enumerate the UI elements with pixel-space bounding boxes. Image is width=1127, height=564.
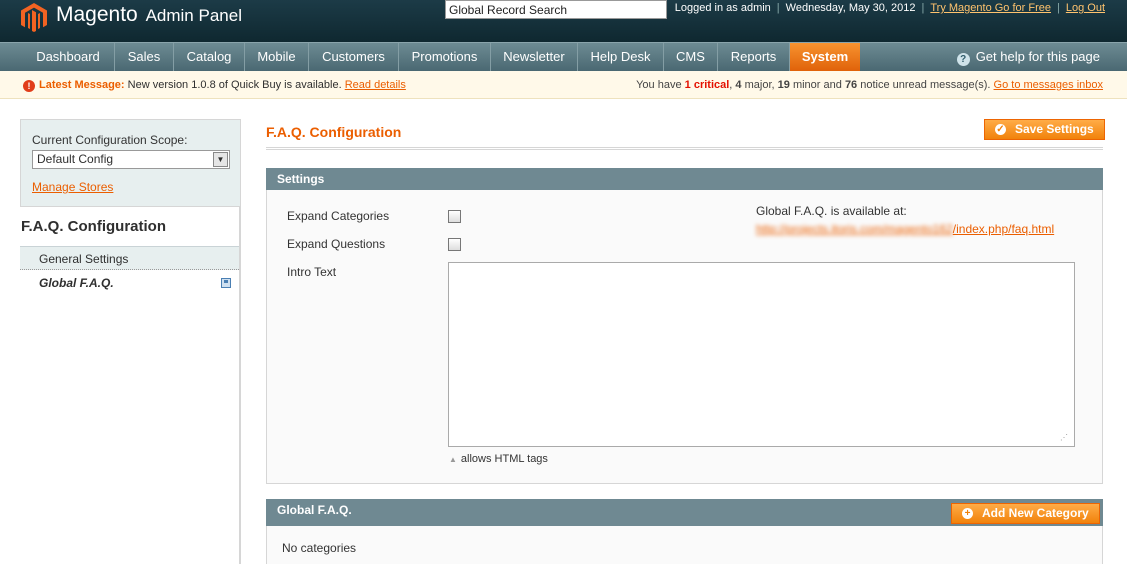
system-message-bar: ! Latest Message: New version 1.0.8 of Qu… <box>0 71 1127 99</box>
scope-select[interactable]: Default Config ▼ <box>32 150 230 169</box>
settings-section-header[interactable]: Settings <box>266 168 1103 190</box>
nav-catalog[interactable]: Catalog <box>174 43 245 71</box>
expand-categories-checkbox[interactable] <box>448 210 461 223</box>
intro-text-label: Intro Text <box>287 265 337 279</box>
latest-message-text: New version 1.0.8 of Quick Buy is availa… <box>127 79 342 91</box>
help-icon: ? <box>956 53 970 66</box>
magento-logo-icon[interactable] <box>20 2 48 32</box>
expand-questions-checkbox[interactable] <box>448 238 461 251</box>
message-summary: You have 1 critical, 4 major, 19 minor a… <box>636 79 1103 91</box>
logo-subtitle: Admin Panel <box>145 6 242 25</box>
intro-text-note: ▲ allows HTML tags <box>449 453 548 465</box>
latest-message-title: Latest Message: <box>39 79 125 91</box>
manage-stores-link[interactable]: Manage Stores <box>32 180 113 194</box>
triangle-up-icon: ▲ <box>449 455 457 464</box>
sidebar-item-global-faq[interactable]: Global F.A.Q. <box>20 271 239 295</box>
logo-text: Magento Admin Panel <box>56 3 242 26</box>
expand-questions-label: Expand Questions <box>287 237 386 251</box>
logged-in-text: Logged in as admin <box>674 2 771 14</box>
nav-promotions[interactable]: Promotions <box>399 43 491 71</box>
nav-cms[interactable]: CMS <box>664 43 718 71</box>
faq-available-label: Global F.A.Q. is available at: <box>756 204 907 218</box>
faq-url-link[interactable]: http://projects.itoris.com/magento162/in… <box>756 222 1054 236</box>
global-search-input[interactable] <box>445 0 667 19</box>
header-bar: Magento Admin Panel Logged in as admin|W… <box>0 0 1127 42</box>
sidebar-item-general-settings[interactable]: General Settings <box>20 246 239 270</box>
latest-message: ! Latest Message: New version 1.0.8 of Qu… <box>23 71 406 99</box>
add-new-category-button[interactable]: + Add New Category <box>951 503 1100 524</box>
header-user-info: Logged in as admin | Wednesday, May 30, 20… <box>674 2 1105 14</box>
date-text: Wednesday, May 30, 2012 <box>785 2 916 14</box>
sidebar-title: F.A.Q. Configuration <box>21 218 166 235</box>
page-title: F.A.Q. Configuration <box>266 124 402 140</box>
nav-mobile[interactable]: Mobile <box>245 43 309 71</box>
nav-customers[interactable]: Customers <box>309 43 399 71</box>
read-details-link[interactable]: Read details <box>345 79 406 91</box>
plus-icon: + <box>962 508 973 519</box>
try-magento-go-link[interactable]: Try Magento Go for Free <box>930 2 1051 14</box>
logout-link[interactable]: Log Out <box>1066 2 1105 14</box>
sidebar-tabs: F.A.Q. Configuration General Settings Gl… <box>20 207 241 564</box>
no-categories-text: No categories <box>282 541 357 555</box>
scope-label: Current Configuration Scope: <box>32 133 188 147</box>
nav-reports[interactable]: Reports <box>718 43 790 71</box>
minor-count: 19 <box>777 79 790 91</box>
intro-text-textarea[interactable]: ⋰ <box>448 262 1075 447</box>
changed-save-icon <box>221 278 231 288</box>
global-faq-section-body <box>266 526 1103 564</box>
help-link[interactable]: ? Get help for this page <box>956 43 1100 71</box>
nav-system[interactable]: System <box>790 43 860 71</box>
save-settings-button[interactable]: ✓ Save Settings <box>984 119 1105 140</box>
nav-help-desk[interactable]: Help Desk <box>578 43 664 71</box>
messages-inbox-link[interactable]: Go to messages inbox <box>994 79 1103 91</box>
nav-dashboard[interactable]: Dashboard <box>22 43 115 71</box>
config-scope-box: Current Configuration Scope: Default Con… <box>20 119 241 207</box>
nav-sales[interactable]: Sales <box>115 43 174 71</box>
main-nav: Dashboard Sales Catalog Mobile Customers… <box>0 42 1127 71</box>
expand-categories-label: Expand Categories <box>287 209 390 223</box>
critical-count[interactable]: 1 critical <box>685 79 730 91</box>
notice-count: 76 <box>844 79 858 91</box>
major-count: 4 <box>735 79 742 91</box>
check-icon: ✓ <box>995 124 1006 135</box>
alert-icon: ! <box>23 80 35 92</box>
title-divider <box>266 147 1103 150</box>
chevron-down-icon: ▼ <box>213 152 228 167</box>
resize-grip-icon[interactable]: ⋰ <box>1060 434 1070 442</box>
nav-newsletter[interactable]: Newsletter <box>491 43 578 71</box>
